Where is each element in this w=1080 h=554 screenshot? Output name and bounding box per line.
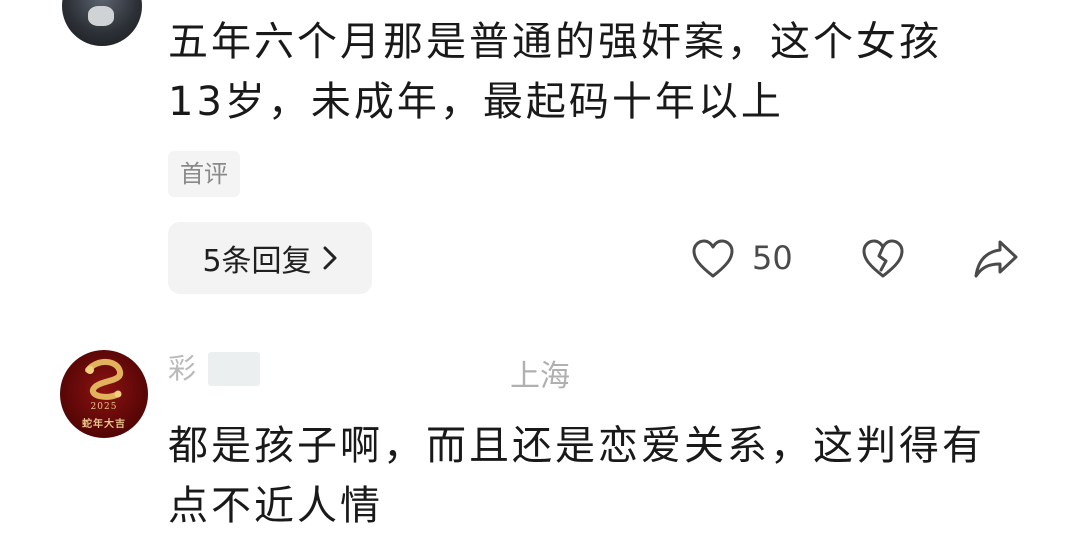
commenter-location-2: 上海 — [510, 359, 570, 394]
name-redaction — [208, 352, 260, 386]
avatar-detail — [88, 6, 114, 26]
view-replies-button[interactable]: 5条回复 — [168, 222, 372, 294]
heart-outline-icon[interactable] — [690, 236, 736, 282]
view-replies-label: 5条回复 — [202, 244, 312, 279]
commenter-name-2[interactable]: 彩 — [168, 352, 196, 386]
commenter-avatar-1[interactable] — [62, 0, 142, 46]
broken-heart-icon[interactable] — [860, 236, 906, 282]
comment-text-1: 五年六个月那是普通的强奸案，这个女孩13岁，未成年，最起码十年以上 — [168, 19, 942, 125]
like-count: 50 — [752, 239, 793, 277]
avatar-motto-text: 蛇年大吉 — [82, 419, 126, 430]
first-comment-badge: 首评 — [168, 151, 240, 197]
avatar-year-text: 2025 — [90, 402, 118, 412]
comment-text-2: 都是孩子啊，而且还是恋爱关系，这判得有点不近人情 — [168, 423, 985, 529]
chevron-right-icon — [323, 246, 337, 270]
commenter-avatar-2[interactable]: 2025 蛇年大吉 — [60, 350, 148, 438]
share-arrow-icon[interactable] — [972, 236, 1020, 282]
